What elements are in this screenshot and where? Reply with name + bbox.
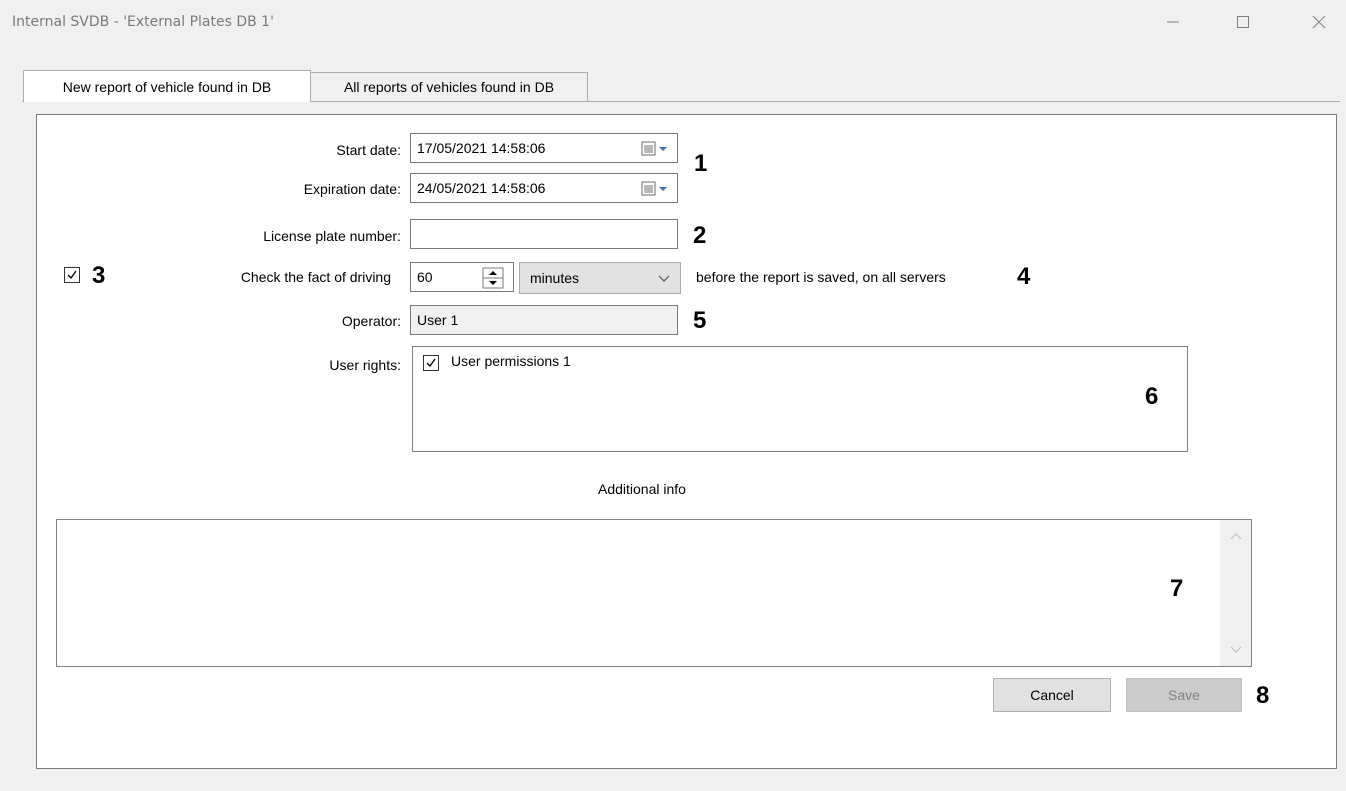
user-rights-label: User rights: [329,357,401,373]
vertical-scrollbar[interactable] [1220,520,1251,666]
minimize-icon [1167,21,1179,23]
tab-new-report[interactable]: New report of vehicle found in DB [23,70,311,102]
callout-5: 5 [693,307,707,334]
cancel-button[interactable]: Cancel [993,678,1111,712]
callout-8: 8 [1256,682,1270,709]
user-permission-label: User permissions 1 [451,353,571,369]
title-bar: Internal SVDB - 'External Plates DB 1' [0,0,1346,44]
check-driving-checkbox[interactable] [64,267,80,283]
spin-updown-icon[interactable] [481,264,511,292]
operator-value: User 1 [417,312,459,328]
time-unit-value: minutes [530,270,580,286]
user-permission-checkbox[interactable] [423,355,439,371]
scroll-down-icon[interactable] [1230,646,1242,654]
maximize-icon [1237,16,1249,28]
driving-minutes-value: 60 [417,269,433,285]
expiration-date-value: 24/05/2021 14:58:06 [417,180,546,196]
checkmark-icon [426,358,436,368]
calendar-dropdown-icon[interactable] [641,141,671,157]
time-unit-select[interactable]: minutes [519,262,681,294]
calendar-dropdown-icon[interactable] [641,181,671,197]
expiration-date-label: Expiration date: [303,181,401,197]
start-date-value: 17/05/2021 14:58:06 [417,140,546,156]
callout-2: 2 [693,222,707,249]
license-plate-input[interactable] [410,219,678,249]
start-date-picker[interactable]: 17/05/2021 14:58:06 [410,133,678,163]
callout-6: 6 [1145,383,1159,410]
additional-info-label: Additional info [598,481,686,497]
license-plate-label: License plate number: [263,228,401,244]
callout-3: 3 [92,262,106,289]
maximize-button[interactable] [1220,4,1266,40]
close-icon [1312,15,1326,29]
save-button[interactable]: Save [1126,678,1242,712]
tab-all-reports[interactable]: All reports of vehicles found in DB [310,72,588,102]
check-driving-label: Check the fact of driving [240,269,391,285]
close-button[interactable] [1296,4,1342,40]
checkmark-icon [67,270,77,280]
chevron-down-icon [658,275,670,282]
operator-label: Operator: [341,313,401,329]
expiration-date-picker[interactable]: 24/05/2021 14:58:06 [410,173,678,203]
user-rights-list[interactable]: User permissions 1 [412,346,1188,452]
start-date-label: Start date: [336,142,401,158]
driving-suffix-text: before the report is saved, on all serve… [696,269,946,285]
additional-info-textarea[interactable] [56,519,1252,667]
minimize-button[interactable] [1150,4,1196,40]
callout-7: 7 [1170,575,1184,602]
scroll-up-icon[interactable] [1230,532,1242,540]
operator-field: User 1 [410,305,678,335]
callout-1: 1 [694,150,708,177]
window-title: Internal SVDB - 'External Plates DB 1' [12,14,274,30]
callout-4: 4 [1017,263,1031,290]
